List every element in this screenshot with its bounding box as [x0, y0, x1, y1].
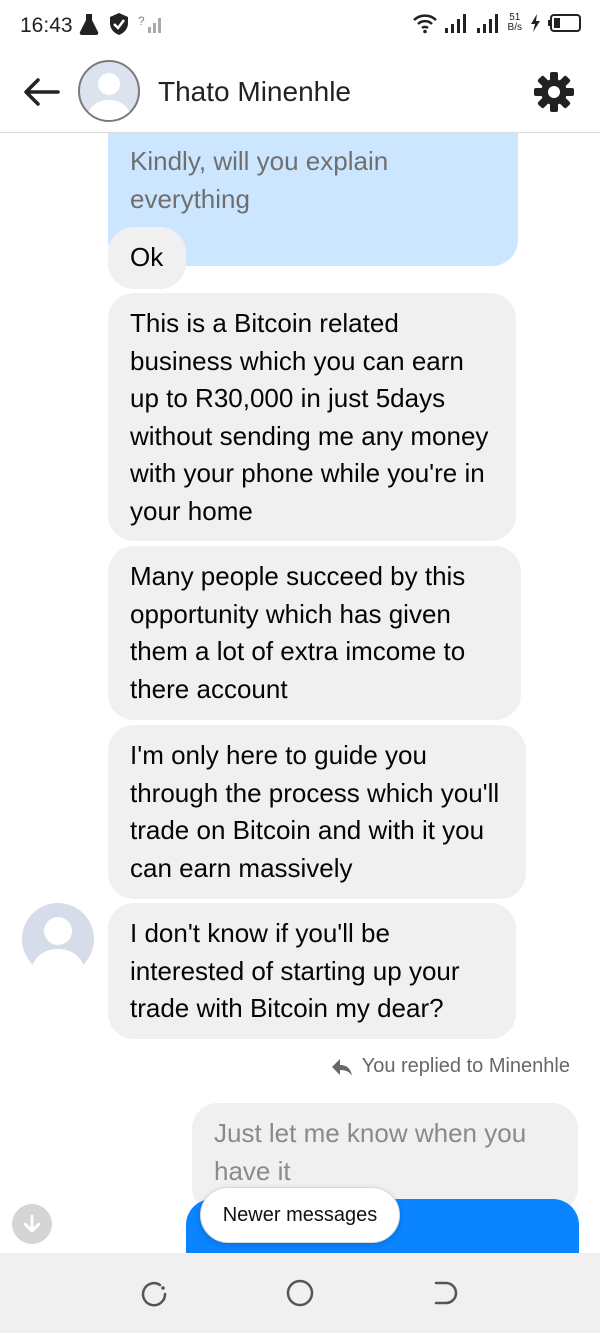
contact-name[interactable]: Thato Minenhle	[158, 76, 351, 108]
reply-context-text: You replied to Minenhle	[361, 1055, 570, 1077]
recent-apps-icon	[141, 1282, 167, 1307]
shield-icon	[110, 13, 128, 35]
incoming-message[interactable]: This is a Bitcoin related business which…	[108, 293, 516, 541]
message-text: I don't know if you'll be interested of …	[130, 918, 460, 1023]
scroll-to-bottom-button[interactable]	[12, 1204, 52, 1244]
back-icon	[434, 1281, 458, 1305]
conversation-header: Thato Minenhle	[0, 52, 600, 133]
status-left-icons: ?	[78, 12, 164, 36]
default-avatar-icon	[86, 73, 132, 120]
home-button[interactable]	[284, 1277, 316, 1309]
message-text: I'm only here to guide you through the p…	[130, 740, 500, 883]
message-text: Kindly, will you explain everything	[130, 146, 389, 214]
message-text: Ok	[130, 242, 164, 272]
status-time: 16:43	[20, 14, 73, 37]
incoming-message[interactable]: Many people succeed by this opportunity …	[108, 546, 521, 720]
reply-context-label: You replied to Minenhle	[330, 1055, 570, 1078]
system-navigation-bar	[0, 1253, 600, 1333]
message-text: Many people succeed by this opportunity …	[130, 561, 466, 704]
battery-icon	[548, 14, 581, 32]
status-bar: 16:43 ? 51 B/s	[0, 0, 600, 52]
network-speed: 51 B/s	[508, 13, 522, 33]
gear-icon	[534, 72, 574, 112]
newer-messages-label: Newer messages	[222, 1203, 378, 1226]
sim-signal-icon: ?	[138, 14, 161, 33]
newer-messages-button[interactable]: Newer messages	[200, 1187, 400, 1243]
settings-button[interactable]	[532, 70, 576, 114]
profile-avatar[interactable]	[78, 60, 140, 122]
home-icon	[286, 1279, 314, 1307]
incoming-message[interactable]: I'm only here to guide you through the p…	[108, 725, 526, 899]
incoming-message[interactable]: I don't know if you'll be interested of …	[108, 903, 516, 1039]
recent-apps-button[interactable]	[138, 1277, 170, 1309]
reply-arrow-icon	[331, 1058, 352, 1076]
back-arrow-icon	[24, 78, 60, 106]
message-text: This is a Bitcoin related business which…	[130, 308, 489, 526]
wifi-icon	[412, 14, 437, 34]
svg-text:?: ?	[138, 14, 145, 28]
default-avatar-icon	[30, 917, 86, 975]
flask-icon	[79, 14, 99, 36]
charging-icon	[531, 14, 540, 32]
back-button[interactable]	[22, 74, 62, 110]
message-list[interactable]: Kindly, will you explain everything Ok T…	[0, 133, 600, 1253]
quoted-message-text: Just let me know when you have it	[214, 1118, 527, 1186]
back-nav-button[interactable]	[430, 1277, 462, 1309]
sender-avatar[interactable]	[22, 903, 94, 975]
network-speed-unit: B/s	[507, 22, 522, 33]
signal-icon	[476, 14, 498, 33]
incoming-message[interactable]: Ok	[108, 227, 186, 289]
status-right-icons: 51 B/s	[412, 12, 582, 34]
signal-icon	[444, 14, 466, 33]
arrow-down-icon	[23, 1214, 41, 1233]
